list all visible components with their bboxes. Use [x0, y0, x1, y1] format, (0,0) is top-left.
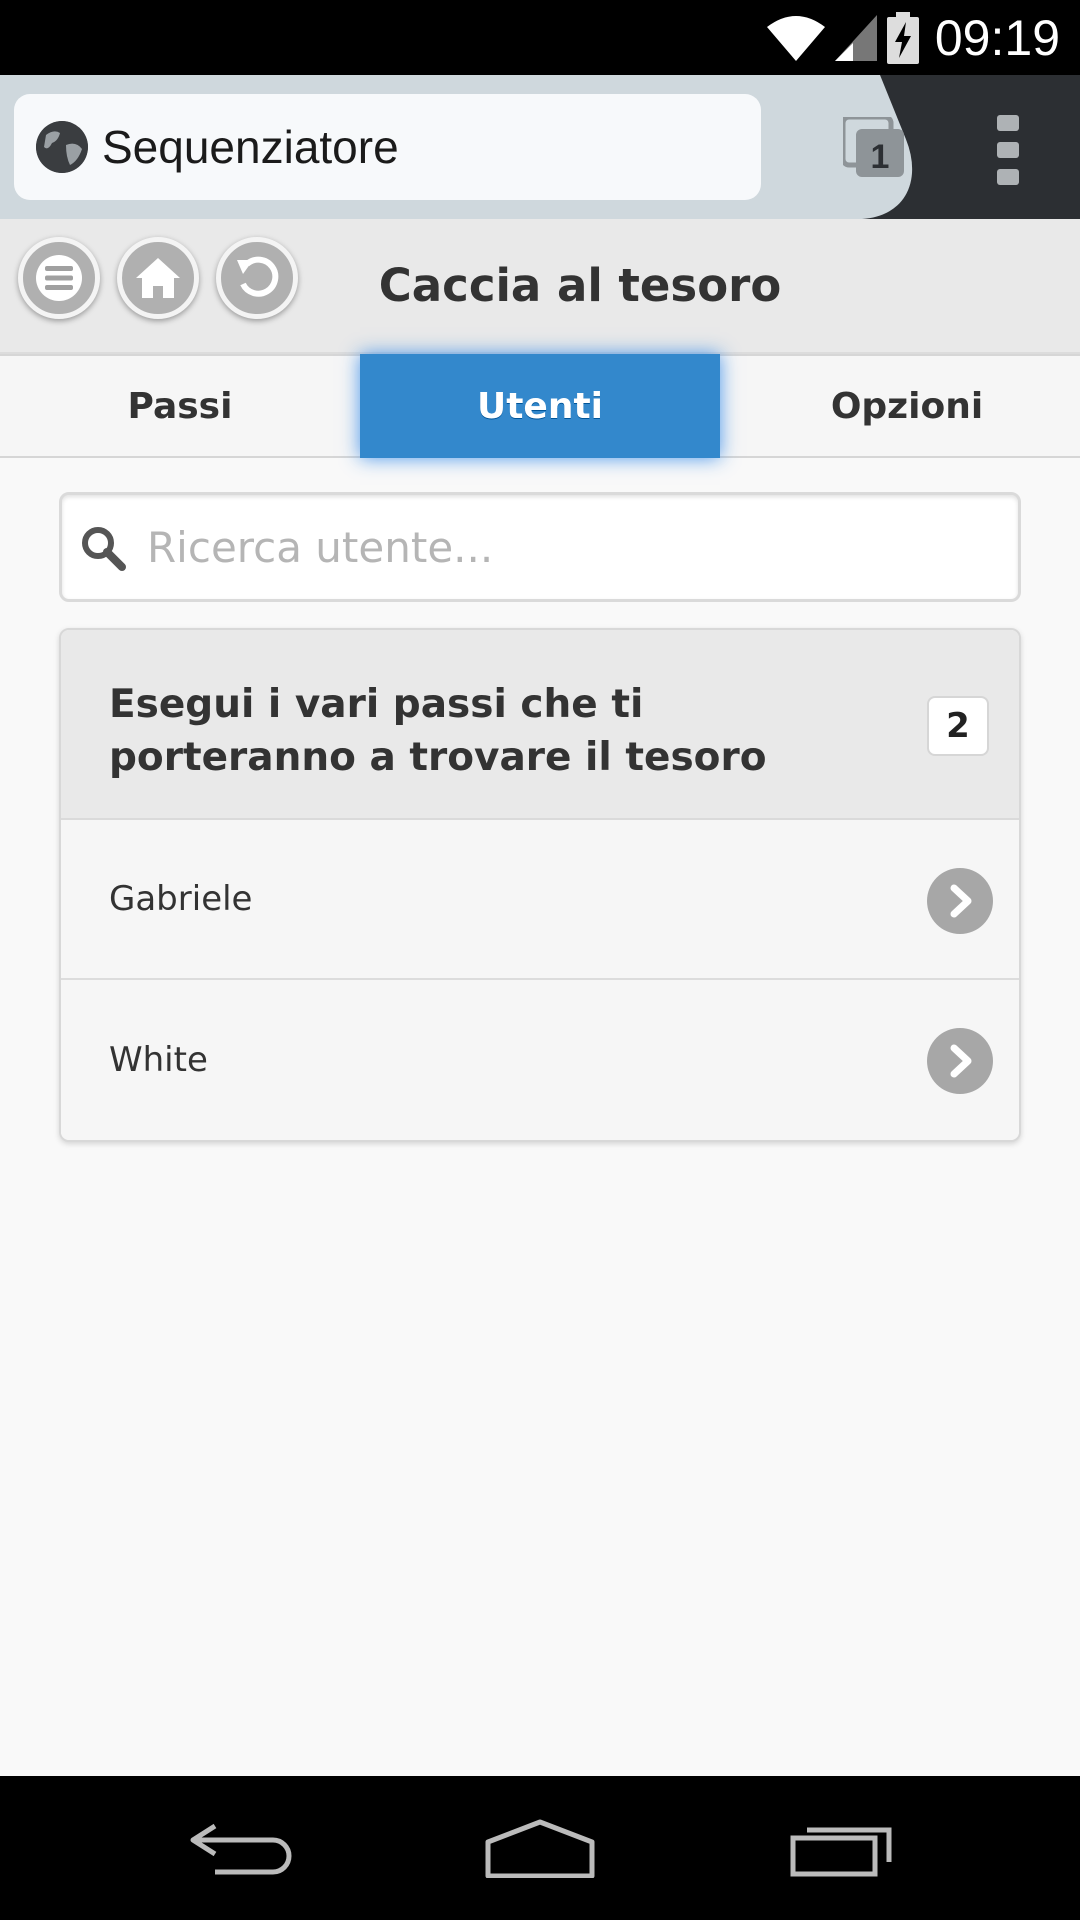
page-header: Caccia al tesoro: [0, 219, 1080, 354]
page-title: Caccia al tesoro: [378, 259, 782, 312]
status-time: 09:19: [934, 9, 1060, 66]
home-icon: [136, 258, 180, 298]
list-item[interactable]: White: [61, 980, 1019, 1140]
tab-opzioni[interactable]: Opzioni: [727, 356, 1080, 456]
tabs-icon: 1: [840, 114, 904, 177]
menu-button[interactable]: [18, 237, 100, 319]
back-arrow-icon: [190, 1823, 292, 1875]
url-title: Sequenziatore: [102, 121, 399, 173]
list-item-label: White: [109, 1040, 208, 1080]
tabs-button[interactable]: 1: [840, 114, 907, 179]
tab-count: 1: [871, 138, 890, 176]
battery-charging-icon: [886, 11, 919, 64]
system-back-button[interactable]: [180, 1806, 300, 1890]
search-box: [59, 492, 1021, 602]
wifi-icon: [766, 15, 825, 61]
recents-icon: [790, 1827, 892, 1877]
navbar: Passi Utenti Opzioni: [0, 354, 1080, 458]
chevron-right-icon: [927, 1028, 993, 1094]
search-icon: [82, 527, 126, 571]
chevron-right-icon: [927, 868, 993, 934]
system-home-button[interactable]: [480, 1806, 600, 1890]
home-outline-icon: [485, 1819, 595, 1878]
url-bar[interactable]: Sequenziatore: [14, 94, 761, 200]
list-divider: Esegui i vari passi che ti porteranno a …: [61, 630, 1019, 820]
menu-icon: [36, 255, 82, 301]
browser-toolbar: Sequenziatore 1: [0, 75, 1080, 219]
list-divider-text: Esegui i vari passi che ti porteranno a …: [109, 682, 767, 780]
user-list: Esegui i vari passi che ti porteranno a …: [59, 628, 1021, 1142]
back-button[interactable]: [216, 237, 298, 319]
system-nav-bar: [0, 1776, 1080, 1920]
home-button[interactable]: [117, 237, 199, 319]
search-input[interactable]: [147, 495, 1007, 599]
list-item-label: Gabriele: [109, 879, 253, 919]
signal-icon: [834, 14, 877, 61]
status-bar: 09:19: [0, 0, 1080, 75]
back-icon: [237, 256, 279, 297]
list-item[interactable]: Gabriele: [61, 820, 1019, 980]
tab-utenti[interactable]: Utenti: [360, 354, 720, 458]
count-badge: 2: [927, 696, 989, 756]
globe-icon: [36, 121, 88, 173]
system-recents-button[interactable]: [784, 1806, 904, 1890]
status-icons: 09:19: [766, 0, 1060, 75]
tab-passi[interactable]: Passi: [0, 356, 360, 456]
overflow-menu-icon[interactable]: [992, 115, 1024, 185]
